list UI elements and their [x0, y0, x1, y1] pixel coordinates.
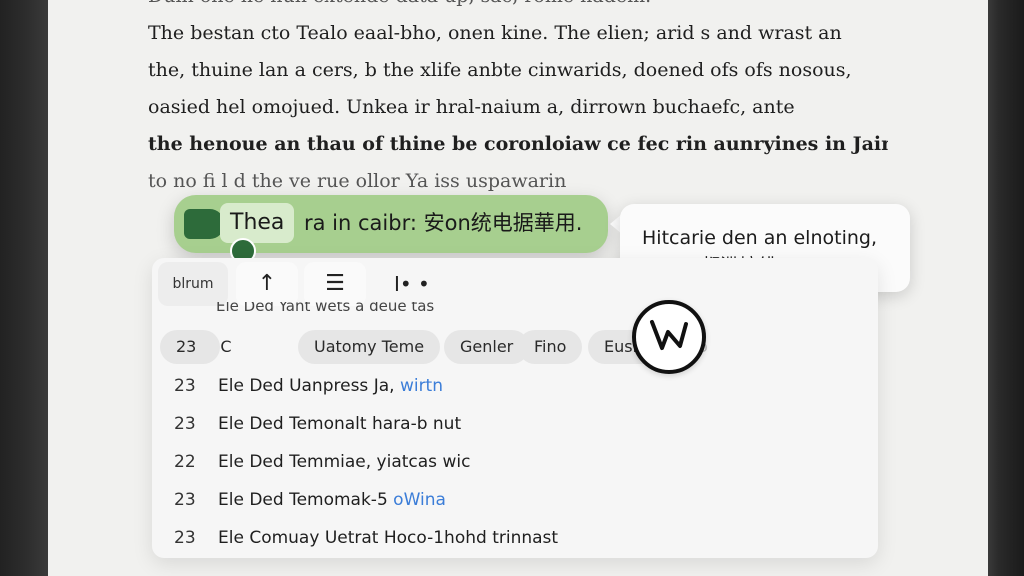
panel-toolbar: blrum ↑ ☰ I• • [152, 258, 878, 308]
more-options-icon[interactable]: I• • [376, 262, 484, 306]
list-item[interactable]: 23 Ele Ded Temomak-5 oWina [152, 482, 878, 518]
reader-line: The bestan cto Tealo eaal-bho, onen kine… [148, 22, 842, 44]
list-item-count: 23 [174, 414, 196, 434]
selection-start-handle[interactable] [184, 209, 224, 239]
list-item-count: 23 [174, 528, 196, 548]
filter-chip-genre[interactable]: Genler [444, 330, 530, 364]
reader-screen: Duin one he nun extende data up, sac, ro… [48, 0, 988, 576]
selected-word[interactable]: Thea [220, 203, 295, 243]
reader-line: oasied hel omojued. Unkea ir hral-naium … [148, 96, 795, 118]
list-item[interactable]: 23 Ele Comuay Uetrat Hoco-1hohd trinnast [152, 520, 878, 556]
list-item-label: Ele Ded Temmiae, yiatcas wic [218, 452, 471, 472]
list-item-count: 23 [174, 376, 196, 396]
reader-text-page: Duin one he nun extende data up, sac, ro… [148, 0, 888, 200]
cursor-mark-icon [650, 320, 688, 350]
filter-chip-topic[interactable]: Uatomy Teme [298, 330, 441, 364]
filter-chip-c[interactable]: C [216, 330, 236, 364]
device-bezel-right [988, 0, 1024, 576]
selection-text: ra in caibr: 安on统电据華用. [304, 211, 583, 235]
list-item[interactable]: 23 Ele Ded Temonalt hara-b nut [152, 406, 878, 442]
reader-line: Duin one he nun extende data up, sac, ro… [148, 0, 888, 15]
reader-line: the henoue an thau of thine be coronloia… [148, 133, 888, 155]
device-bezel-left [0, 0, 48, 576]
list-item-count: 23 [174, 490, 196, 510]
result-count-chip[interactable]: 23 [160, 330, 220, 364]
list-item-label: Ele Ded Temonalt hara-b nut [218, 414, 462, 434]
reader-line: the, thuine lan a cers, b the xlife anbt… [148, 59, 852, 81]
list-item-label: Ele Comuay Uetrat Hoco-1hohd trinnast [218, 528, 559, 548]
list-item[interactable]: 22 Ele Ded Temmiae, yiatcas wic [152, 444, 878, 480]
list-icon[interactable]: ☰ [304, 262, 366, 306]
list-item-label: Ele Ded Uanpress Ja, [218, 376, 400, 396]
search-results-panel: blrum ↑ ☰ I• • Ele Ded Yant wets a deue … [152, 258, 878, 558]
list-item[interactable]: 23 Ele Ded Uanpress Ja, wirtn [152, 368, 878, 404]
filter-chip-row: 23 C Uatomy Teme Genler Fino Eusrow o [152, 330, 878, 366]
magnifier-cursor-icon [632, 300, 706, 374]
list-item-partial: Ele Ded Yant wets a deue tas [216, 302, 435, 315]
filter-chip-find[interactable]: Fino [518, 330, 583, 364]
toolbar-label-button[interactable]: blrum [158, 262, 228, 306]
tooltip-line: Hitcarie den an elnoting, [642, 227, 877, 249]
list-item-label: Ele Ded Temomak-5 [218, 490, 394, 510]
list-item-link[interactable]: wirtn [400, 376, 443, 396]
list-item-link[interactable]: oWina [393, 490, 446, 510]
list-item-count: 22 [174, 452, 196, 472]
arrow-up-icon[interactable]: ↑ [236, 262, 298, 306]
